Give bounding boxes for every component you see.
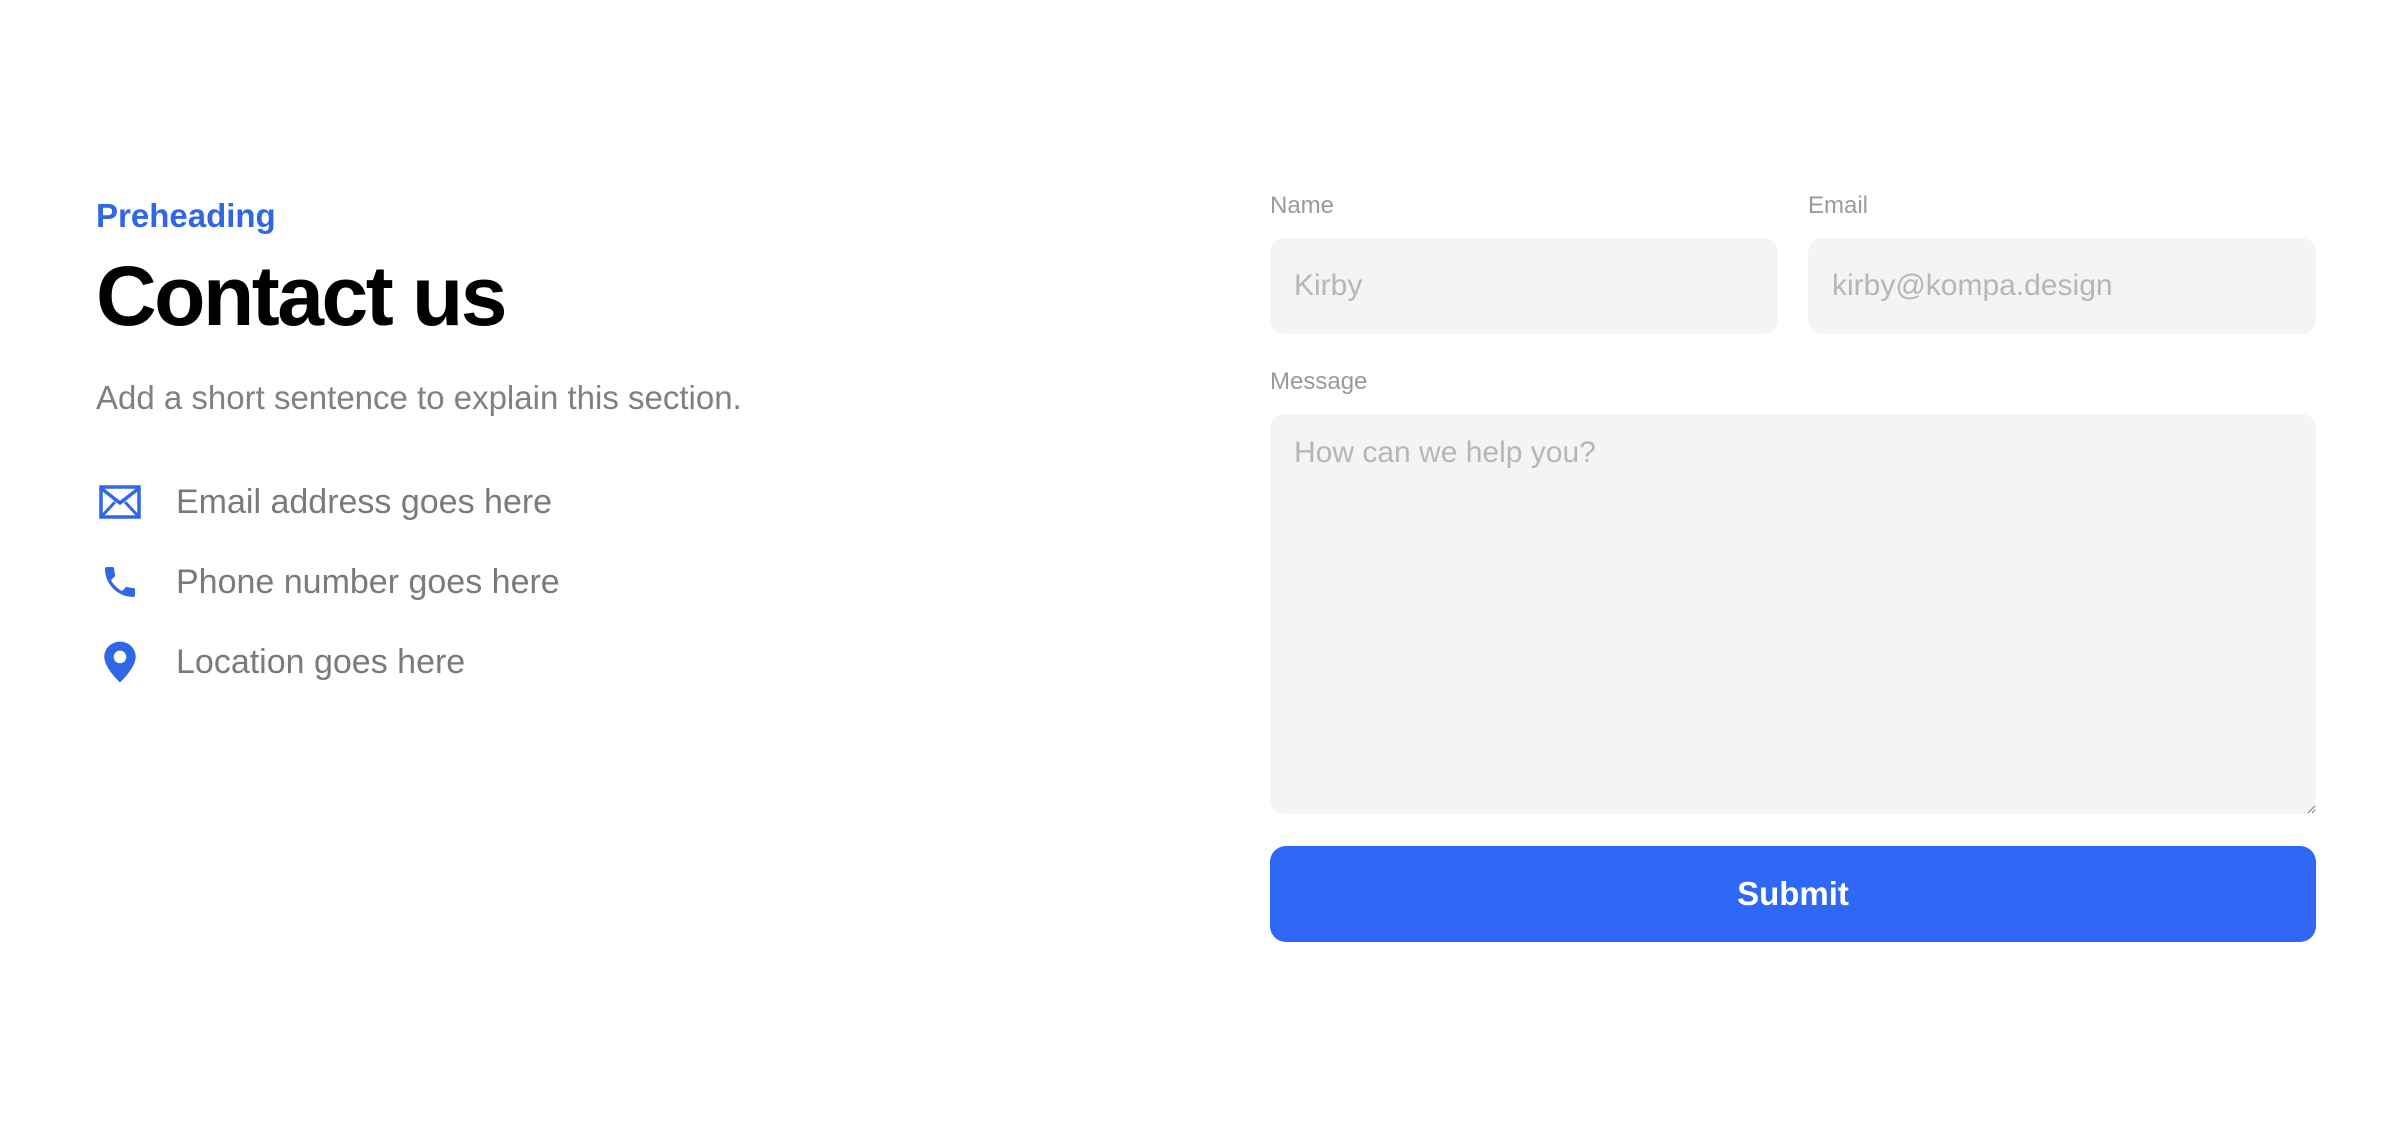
page-title: Contact us [96,249,508,343]
phone-icon [96,558,144,606]
contact-form: Name Email Message Submit [1270,186,2316,942]
email-input[interactable] [1808,238,2316,334]
section-subtitle: Add a short sentence to explain this sec… [96,379,742,416]
email-field-group: Email [1808,186,2316,334]
contact-item-phone: Phone number goes here [96,542,1096,622]
name-email-row: Name Email [1270,186,2316,334]
name-input[interactable] [1270,238,1778,334]
contact-info-list: Email address goes here Phone number goe… [96,462,1096,702]
contact-email-text: Email address goes here [176,483,553,521]
message-textarea[interactable] [1270,414,2316,814]
contact-location-text: Location goes here [176,643,466,681]
location-pin-icon [96,638,144,686]
email-label: Email [1808,192,1869,219]
contact-phone-text: Phone number goes here [176,563,560,601]
name-field-group: Name [1270,186,1778,334]
contact-intro: Preheading Contact us Add a short senten… [96,192,1096,702]
contact-item-email: Email address goes here [96,462,1096,542]
submit-button[interactable]: Submit [1270,846,2316,942]
name-label: Name [1270,192,1335,219]
envelope-icon [96,478,144,526]
preheading: Preheading [96,197,276,234]
message-field-group: Message [1270,362,2316,814]
contact-item-location: Location goes here [96,622,1096,702]
message-label: Message [1270,368,1368,395]
